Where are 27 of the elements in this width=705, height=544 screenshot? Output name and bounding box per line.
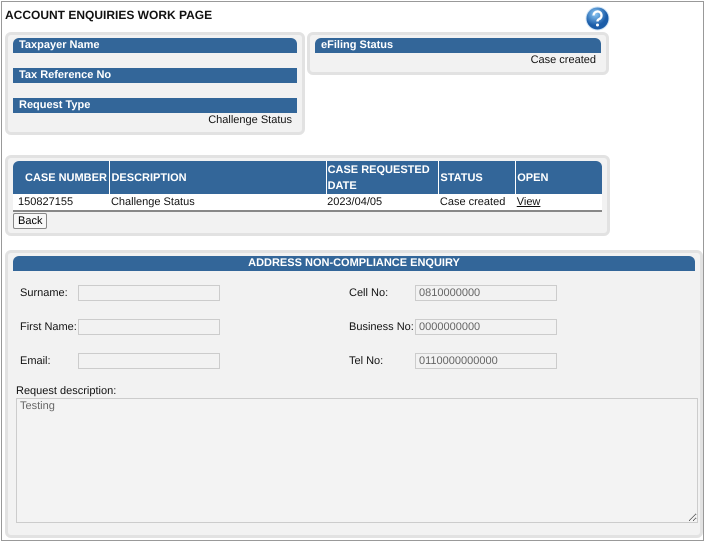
field-label: Tel No: <box>349 355 384 367</box>
section-heading: Taxpayer Name <box>13 38 297 53</box>
column-header: CASE REQUESTED DATE <box>326 161 439 194</box>
section-heading: eFiling Status <box>315 38 601 53</box>
column-header: OPEN <box>516 161 602 194</box>
back-button[interactable]: Back <box>13 213 48 229</box>
column-header: STATUS <box>438 161 516 194</box>
table-cell: Challenge Status <box>110 194 326 211</box>
section-heading: Request Type <box>13 98 297 113</box>
page-title: ACCOUNT ENQUIRIES WORK PAGE <box>5 8 212 24</box>
section-value: Challenge Status <box>208 114 292 126</box>
section-value: Case created <box>530 54 596 66</box>
field-label: Cell No: <box>349 287 390 299</box>
field-label: Request description: <box>16 385 116 397</box>
section-heading: ADDRESS NON-COMPLIANCE ENQUIRY <box>13 256 695 271</box>
field-label: First Name: <box>20 321 78 333</box>
help-icon[interactable] <box>585 6 610 31</box>
field-label: Email: <box>20 355 52 367</box>
column-header: DESCRIPTION <box>110 161 326 194</box>
view-link[interactable]: View <box>516 196 540 208</box>
section-heading: Tax Reference No <box>13 68 297 83</box>
table-cell: Case created <box>438 194 516 211</box>
table-cell: 150827155 <box>13 194 110 211</box>
column-header: CASE NUMBER <box>13 161 110 194</box>
table-cell: 2023/04/05 <box>326 194 439 211</box>
field-label: Business No: <box>349 321 415 333</box>
field-label: Surname: <box>20 287 69 299</box>
